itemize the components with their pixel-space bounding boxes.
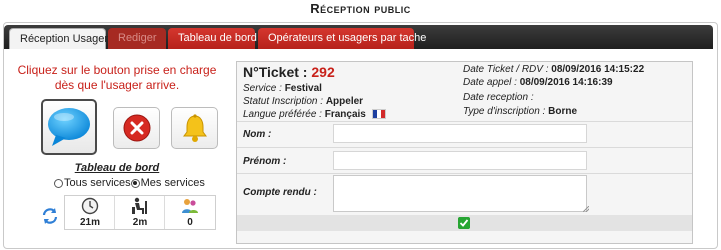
langue-info: Langue préférée : Français <box>243 109 386 121</box>
instruction-text: Cliquez sur le bouton prise en charge dè… <box>17 63 217 92</box>
stat-users-value: 0 <box>187 217 193 228</box>
langue-label: Langue préférée : <box>243 109 322 120</box>
page-title: Réception public <box>310 1 411 16</box>
clock-icon <box>81 197 99 215</box>
take-charge-button[interactable] <box>41 99 97 155</box>
type-label: Type d'inscription : <box>463 106 546 117</box>
dashboard-title: Tableau de bord <box>74 162 160 174</box>
tab-bar: Réception Usager Rediger Tableau de bord… <box>4 25 713 49</box>
all-services-radio[interactable] <box>54 178 63 188</box>
langue-value: Français <box>324 109 366 120</box>
users-group-icon <box>182 199 198 213</box>
prenom-input[interactable] <box>333 151 587 170</box>
validate-bar <box>237 215 692 231</box>
tab-tableau-de-bord[interactable]: Tableau de bord <box>168 28 257 49</box>
date-reception-label: Date reception : <box>463 92 534 103</box>
service-filter: Tous services Mes services <box>54 177 205 189</box>
my-services-radio[interactable] <box>130 178 140 188</box>
stat-users: 0 <box>165 196 215 229</box>
statut-value: Appeler <box>325 96 364 107</box>
stat-waiting: 2m <box>115 196 165 229</box>
call-button[interactable] <box>171 107 218 149</box>
tab-reception-usager[interactable]: Réception Usager <box>9 28 108 49</box>
all-services-label: Tous services <box>64 177 131 189</box>
ticket-number: N°Ticket : 292 <box>243 64 335 80</box>
stat-waiting-value: 2m <box>132 217 148 228</box>
statut-info: Statut Inscription : Appeler <box>243 96 363 108</box>
cancel-icon <box>123 114 150 142</box>
tab-operateurs-usagers[interactable]: Opérateurs et usagers par tache <box>258 28 426 49</box>
date-appel-info: Date appel : 08/09/2016 14:16:39 <box>463 77 613 89</box>
date-appel-label: Date appel : <box>463 77 517 88</box>
ticket-details: N°Ticket : 292 Service : Festival Statut… <box>236 61 693 244</box>
nom-input[interactable] <box>333 124 587 143</box>
date-ticket-value: 08/09/2016 14:15:22 <box>551 64 645 75</box>
compte-rendu-textarea[interactable] <box>333 175 587 212</box>
tab-content: Cliquez sur le bouton prise en charge dè… <box>4 49 713 245</box>
stat-wait-time: 21m <box>65 196 115 229</box>
date-reception-info: Date reception : <box>463 92 534 104</box>
ticket-number-value: 292 <box>311 64 335 80</box>
french-flag-icon <box>371 109 386 120</box>
service-value: Festival <box>284 83 322 94</box>
type-info: Type d'inscription : Borne <box>463 106 577 118</box>
service-info: Service : Festival <box>243 83 322 95</box>
prenom-label: Prénom : <box>243 156 287 167</box>
divider <box>237 121 692 122</box>
cancel-button[interactable] <box>113 107 160 149</box>
resize-handle-icon[interactable] <box>583 206 589 212</box>
divider <box>237 173 692 174</box>
my-services-label: Mes services <box>140 177 205 189</box>
divider <box>237 147 692 148</box>
checkmark-icon[interactable] <box>458 217 470 229</box>
date-ticket-label: Date Ticket / RDV : <box>463 64 549 75</box>
ticket-label: N°Ticket : <box>243 64 308 80</box>
service-label: Service : <box>243 83 282 94</box>
stat-wait-time-value: 21m <box>79 217 100 228</box>
tab-rediger: Rediger <box>108 28 166 49</box>
nom-label: Nom : <box>243 129 272 140</box>
compte-rendu-label: Compte rendu : <box>243 187 317 198</box>
bell-icon <box>182 114 207 142</box>
chat-bubble-icon <box>48 108 90 146</box>
refresh-icon[interactable] <box>41 207 59 225</box>
statut-label: Statut Inscription : <box>243 96 324 107</box>
date-ticket-info: Date Ticket / RDV : 08/09/2016 14:15:22 <box>463 64 644 76</box>
type-value: Borne <box>548 106 578 117</box>
date-appel-value: 08/09/2016 14:16:39 <box>519 77 613 88</box>
stats-table: 21m 2m 0 <box>64 195 216 230</box>
waiting-person-icon <box>132 197 147 214</box>
